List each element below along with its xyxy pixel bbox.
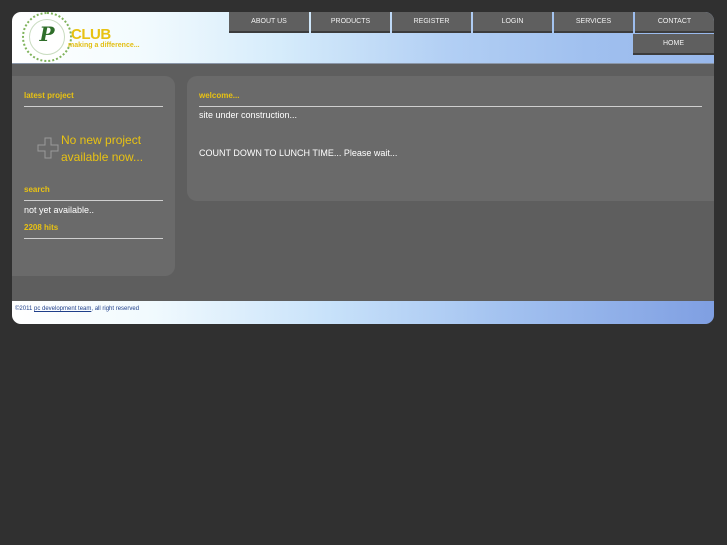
content-panel: welcome... site under construction... CO… [187, 76, 714, 201]
copyright-year: ©2011 [15, 306, 33, 312]
construction-notice: site under construction... [199, 110, 298, 120]
nav-home[interactable]: HOME [633, 34, 714, 55]
nav-products[interactable]: PRODUCTS [311, 12, 390, 33]
nav-about-us[interactable]: ABOUT US [229, 12, 309, 33]
divider [24, 106, 163, 107]
welcome-title: welcome... [199, 91, 240, 100]
divider [199, 106, 702, 107]
logo-tagline: making a difference... [68, 42, 140, 49]
site-footer: ©2011 pc development team, all right res… [12, 301, 714, 324]
rights-text: , all right reserved [91, 306, 140, 312]
nav-login[interactable]: LOGIN [473, 12, 552, 33]
latest-project-title: latest project [24, 91, 74, 100]
logo-wordmark: CLUB [71, 26, 111, 43]
site-frame: P CLUB making a difference... ABOUT US P… [12, 12, 714, 324]
club-logo-seal[interactable]: P [22, 12, 72, 62]
search-title: search [24, 185, 50, 194]
team-link[interactable]: pc development team [34, 306, 91, 312]
divider [24, 200, 163, 201]
latest-project-message: No new project available now... [61, 133, 144, 164]
logo-glyph: P [39, 22, 55, 46]
hit-counter: 2208 hits [24, 223, 59, 232]
site-header: P CLUB making a difference... ABOUT US P… [12, 12, 714, 64]
nav-register[interactable]: REGISTER [392, 12, 471, 33]
countdown-notice: COUNT DOWN TO LUNCH TIME... Please wait.… [199, 148, 398, 158]
divider [24, 238, 163, 239]
search-status: not yet available.. [24, 205, 95, 215]
main-area: latest project No new project available … [12, 64, 714, 301]
footer-copyright: ©2011 pc development team, all right res… [15, 306, 139, 312]
sidebar-panel: latest project No new project available … [12, 76, 175, 276]
main-nav: ABOUT US PRODUCTS REGISTER LOGIN SERVICE… [229, 12, 714, 56]
nav-contact[interactable]: CONTACT [635, 12, 714, 33]
nav-services[interactable]: SERVICES [554, 12, 633, 33]
plus-icon [37, 137, 59, 159]
